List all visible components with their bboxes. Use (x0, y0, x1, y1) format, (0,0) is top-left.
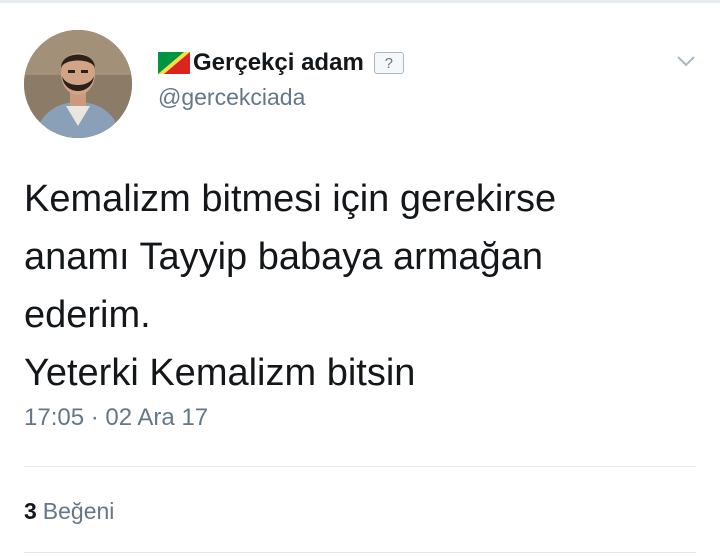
tweet-timestamp[interactable]: 17:05 · 02 Ara 17 (24, 404, 208, 432)
unknown-emoji-icon: ? (373, 52, 404, 74)
likes-stat[interactable]: 3 Beğeni (24, 498, 114, 525)
chevron-down-icon[interactable] (676, 54, 696, 68)
name-row: Gerçekçi adam ? (158, 46, 404, 80)
flag-icon (158, 52, 190, 74)
tweet-header: Gerçekçi adam ? @gercekciada (158, 46, 404, 111)
divider (24, 552, 696, 553)
tweet-text-line: anamı Tayyip babaya armağan (24, 236, 543, 278)
tweet-text-line: Yeterki Kemalizm bitsin (24, 352, 416, 394)
likes-label: Beğeni (42, 498, 115, 524)
user-handle[interactable]: @gercekciada (158, 84, 404, 111)
tweet-text-line: ederim. (24, 294, 151, 336)
likes-count: 3 (24, 498, 37, 524)
divider (24, 466, 696, 467)
top-divider (0, 0, 720, 3)
tweet-text: Kemalizm bitmesi için gerekirse anamı Ta… (24, 170, 696, 402)
avatar[interactable] (24, 30, 132, 138)
tweet-text-line: Kemalizm bitmesi için gerekirse (24, 178, 557, 220)
avatar-image (24, 30, 132, 138)
display-name[interactable]: Gerçekçi adam (193, 49, 364, 77)
